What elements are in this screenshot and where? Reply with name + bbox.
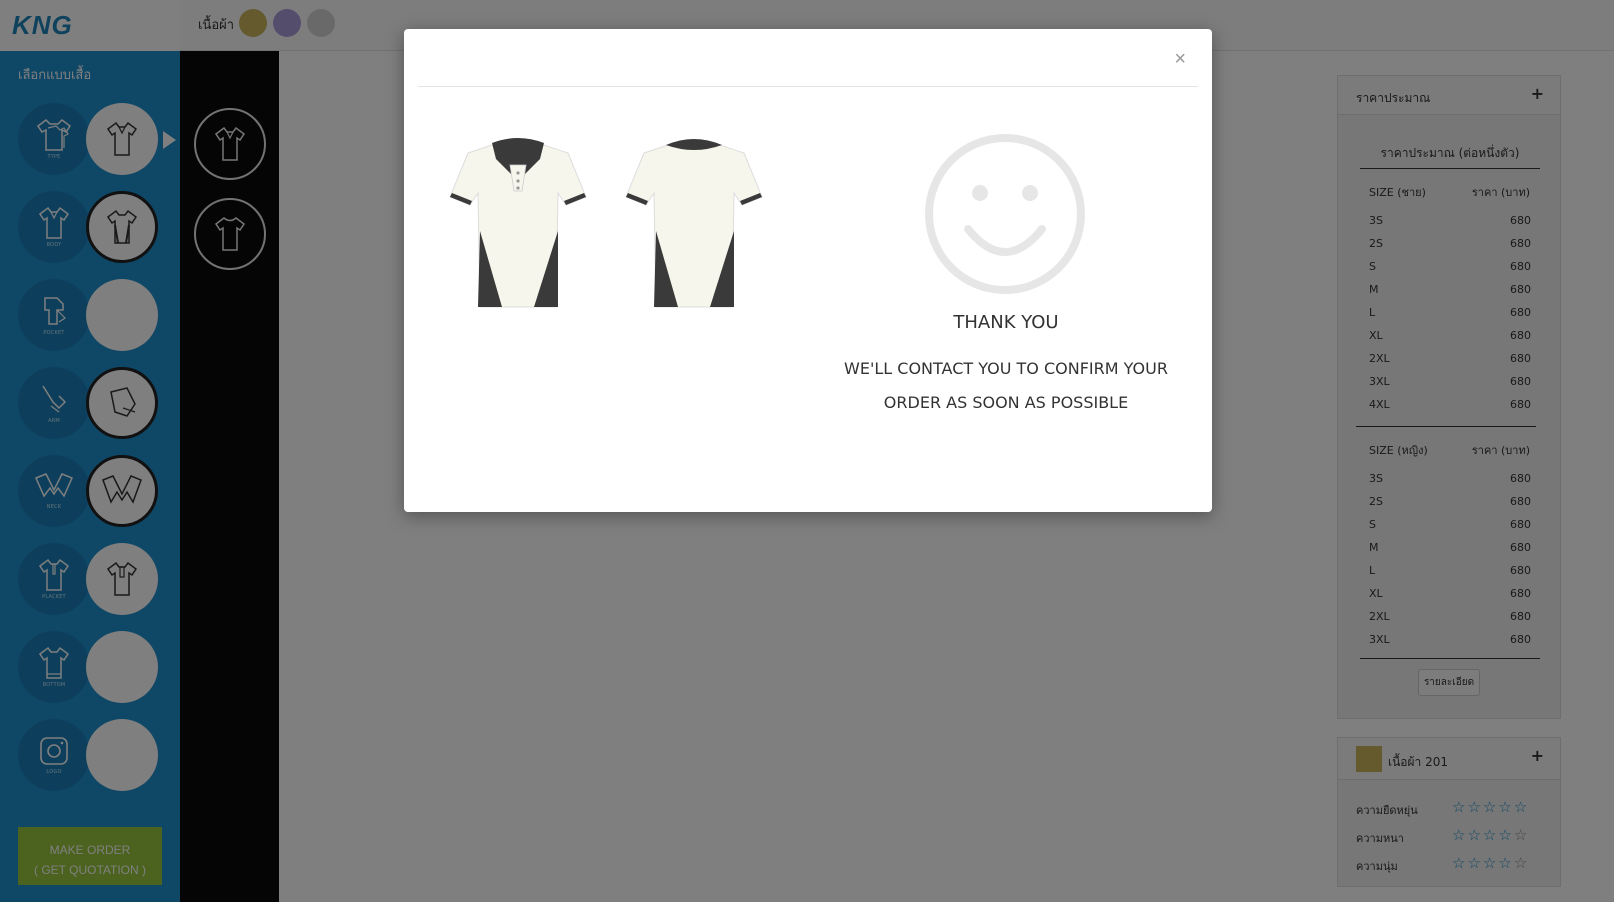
shirt-back-image — [625, 139, 763, 308]
smiley-face-icon — [925, 134, 1085, 294]
thank-you-message-line1: WE'LL CONTACT YOU TO CONFIRM YOUR — [844, 359, 1168, 378]
thank-you-title: THANK YOU — [953, 312, 1059, 333]
thank-you-message: WE'LL CONTACT YOU TO CONFIRM YOUR ORDER … — [804, 352, 1208, 420]
thank-you-message-line2: ORDER AS SOON AS POSSIBLE — [883, 393, 1129, 412]
shirt-front-image — [449, 138, 587, 308]
thank-you-modal: × THANK YOU WE'LL CONTACT YOU TO CONFIRM… — [404, 29, 1212, 512]
modal-header: × — [418, 29, 1198, 87]
close-icon[interactable]: × — [1174, 49, 1186, 69]
